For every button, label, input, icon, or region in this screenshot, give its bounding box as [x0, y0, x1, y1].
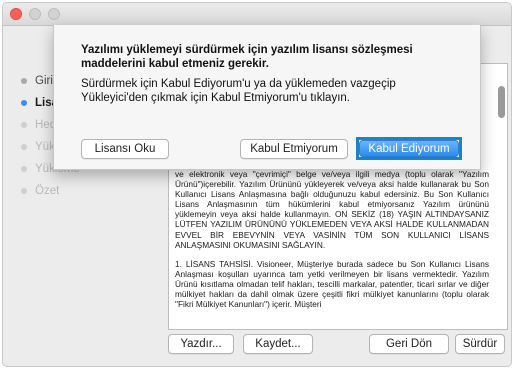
- save-button[interactable]: Kaydet...: [243, 334, 313, 354]
- continue-button[interactable]: Sürdür: [455, 334, 505, 354]
- go-back-button[interactable]: Geri Dön: [369, 334, 449, 354]
- step-dot-icon: [21, 78, 27, 84]
- step-dot-icon: [21, 122, 27, 128]
- minimize-window-icon[interactable]: [29, 8, 41, 20]
- close-window-icon[interactable]: [10, 8, 22, 20]
- step-dot-icon: [21, 188, 27, 194]
- step-label: Özet: [35, 185, 60, 197]
- sheet-title: Yazılımı yüklemeyi sürdürmek için yazılı…: [81, 44, 413, 70]
- step-dot-icon: [21, 144, 27, 150]
- step-dot-icon: [21, 100, 27, 106]
- license-paragraph: 1. LİSANS TAHSİSİ. Visioneer, Müşteriye …: [175, 258, 489, 310]
- print-button[interactable]: Yazdır...: [168, 334, 234, 354]
- zoom-window-icon[interactable]: [48, 8, 60, 20]
- vertical-scrollbar[interactable]: [498, 86, 505, 118]
- license-agreement-sheet: Yazılımı yüklemeyi sürdürmek için yazılı…: [53, 25, 481, 170]
- agree-button[interactable]: Kabul Ediyorum: [359, 140, 459, 157]
- installer-window: Giriş Lisans Hedef Yükleme Türü Yükleme …: [2, 2, 512, 367]
- title-bar: [3, 3, 511, 26]
- license-paragraph: ve elektronik veya "çevrimiçi" belge ve/…: [175, 169, 489, 250]
- step-dot-icon: [21, 166, 27, 172]
- step-summary: Özet: [21, 183, 59, 199]
- bottom-button-bar: Yazdır... Kaydet... Geri Dön Sürdür: [3, 334, 511, 364]
- read-license-button[interactable]: Lisansı Oku: [81, 139, 169, 159]
- sheet-message: Sürdürmek için Kabul Ediyorum'u ya da yü…: [81, 78, 396, 104]
- disagree-button[interactable]: Kabul Etmiyorum: [240, 139, 348, 159]
